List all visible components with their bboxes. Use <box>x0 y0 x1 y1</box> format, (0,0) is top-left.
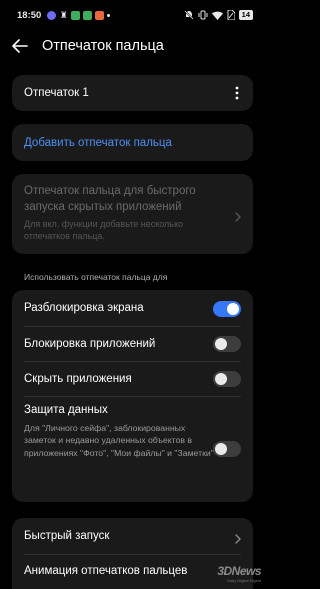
status-right: 14 <box>184 10 253 20</box>
chevron-right-icon <box>234 531 242 544</box>
setting-row-hide-apps[interactable]: Скрыть приложения <box>24 361 241 396</box>
figure-icon: ♜ <box>59 9 68 20</box>
wifi-icon <box>211 11 223 20</box>
app-icon <box>47 10 57 20</box>
add-fingerprint-link: Добавить отпечаток пальца <box>24 136 172 149</box>
battery-indicator: 14 <box>238 10 253 20</box>
toggle-knob <box>215 338 227 350</box>
setting-label: Разблокировка экрана <box>24 302 144 314</box>
setting-row-quick-launch[interactable]: Быстрый запуск <box>24 518 241 554</box>
orange-app-icon <box>95 10 105 20</box>
divider <box>24 396 241 397</box>
sim-icon <box>227 10 235 20</box>
chevron-right-icon <box>234 209 242 222</box>
add-fingerprint-card[interactable]: Добавить отпечаток пальца <box>12 124 253 161</box>
usage-settings-card: Разблокировка экрана Блокировка приложен… <box>12 290 253 502</box>
app-bar: Отпечаток пальца <box>0 30 265 62</box>
green-app-icon <box>71 10 81 20</box>
data-protection-toggle[interactable] <box>213 441 241 457</box>
data-protection-description: Для "Личного сейфа", заблокированных зам… <box>24 423 214 458</box>
fingerprint-label: Отпечаток 1 <box>24 87 89 99</box>
quick-launch-hidden-title: Отпечаток пальца для быстрого запуска ск… <box>24 185 196 213</box>
watermark-text: 3DNews <box>217 564 261 578</box>
toggle-knob <box>215 443 227 455</box>
status-bar: 18:50 ♜ 14 <box>0 0 265 30</box>
setting-label: Анимация отпечатков пальцев <box>24 565 188 577</box>
fingerprint-item-card[interactable]: Отпечаток 1 <box>12 75 253 111</box>
arrow-left-icon <box>12 39 28 53</box>
status-time: 18:50 <box>17 9 42 21</box>
setting-row-app-lock[interactable]: Блокировка приложений <box>24 326 241 361</box>
dot-icon <box>107 13 111 17</box>
setting-label: Быстрый запуск <box>24 530 110 542</box>
quick-launch-hidden-card: Отпечаток пальца для быстрого запуска ск… <box>12 174 253 254</box>
section-label: Использовать отпечаток пальца для <box>24 272 168 282</box>
toggle-knob <box>215 373 227 385</box>
setting-row-fingerprint-animation[interactable]: Анимация отпечатков пальцев <box>24 554 241 588</box>
setting-label: Скрыть приложения <box>24 372 132 385</box>
green-app-icon <box>83 10 93 20</box>
quick-launch-hidden-subtitle: Для вкл. функции добавьте несколько отпе… <box>24 219 184 241</box>
hide-apps-toggle[interactable] <box>213 371 241 387</box>
toggle-knob <box>227 303 239 315</box>
mute-icon <box>184 10 194 20</box>
more-vertical-icon[interactable] <box>232 86 242 100</box>
screen-unlock-toggle[interactable] <box>213 301 241 317</box>
setting-row-data-protection[interactable]: Защита данных <box>24 402 241 418</box>
back-button[interactable] <box>11 37 29 55</box>
app-lock-toggle[interactable] <box>213 336 241 352</box>
watermark-tagline: Daily Digital Digest <box>227 578 261 583</box>
page-title: Отпечаток пальца <box>42 38 164 54</box>
setting-label: Блокировка приложений <box>24 337 156 350</box>
setting-label: Защита данных <box>24 404 108 416</box>
setting-row-screen-unlock[interactable]: Разблокировка экрана <box>24 290 241 326</box>
watermark-logo: 3DNews Daily Digital Digest <box>217 564 261 583</box>
vibrate-icon <box>198 10 208 20</box>
